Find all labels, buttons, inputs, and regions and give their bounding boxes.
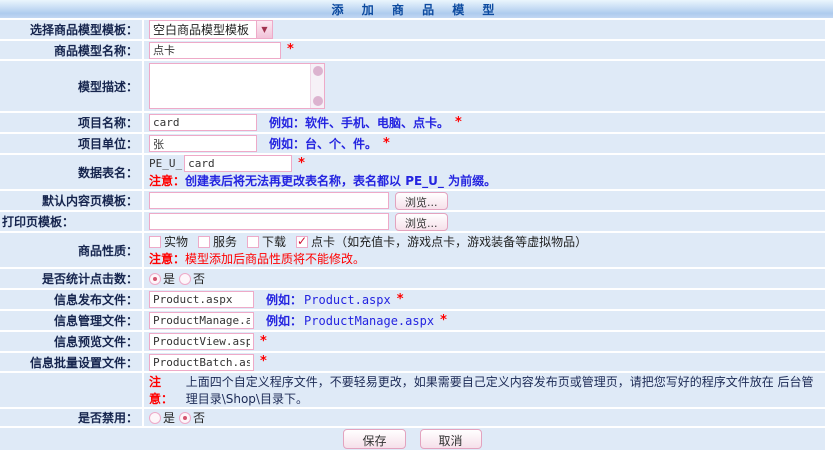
checkbox-checked-icon[interactable]: [296, 236, 308, 248]
required-mark: *: [260, 357, 267, 367]
item-unit-hint: 例如：台、个、件。: [269, 135, 377, 152]
files-note-label: 注意：: [149, 373, 180, 407]
checkbox-physical[interactable]: 实物: [149, 233, 188, 250]
manage-file-input[interactable]: [149, 312, 254, 329]
description-textarea-frame: [149, 63, 325, 109]
manage-file-hint: 例如：: [266, 312, 302, 329]
page-title-text: 添 加 商 品 模 型: [332, 1, 502, 18]
template-select-value: 空白商品模型模板: [150, 21, 256, 38]
content-template-label: 默认内容页模板：: [0, 191, 142, 210]
radio-selected-icon[interactable]: [149, 273, 161, 285]
required-mark: *: [383, 139, 390, 149]
radio-icon[interactable]: [149, 412, 161, 424]
scroll-down-icon[interactable]: [313, 96, 323, 106]
row-content-template: 默认内容页模板： 浏览...: [0, 191, 825, 210]
row-disabled: 是否禁用： 是 否: [0, 409, 825, 426]
radio-selected-icon[interactable]: [179, 412, 191, 424]
row-batch-file: 信息批量设置文件： *: [0, 353, 825, 371]
item-unit-label: 项目单位：: [0, 134, 142, 153]
publish-file-input[interactable]: [149, 291, 254, 308]
checkbox-icon[interactable]: [198, 236, 210, 248]
product-nature-note: 模型添加后商品性质将不能修改。: [185, 250, 365, 267]
content-template-browse-button[interactable]: 浏览...: [395, 192, 448, 210]
manage-file-hint-code: ProductManage.aspx: [304, 314, 434, 328]
row-description: 模型描述：: [0, 61, 825, 111]
model-name-label: 商品模型名称：: [0, 41, 142, 59]
required-mark: *: [287, 45, 294, 55]
manage-file-label: 信息管理文件：: [0, 311, 142, 330]
item-name-input[interactable]: [149, 114, 257, 131]
page-title: 添 加 商 品 模 型: [0, 0, 833, 18]
template-select-label: 选择商品模型模板：: [0, 20, 142, 39]
preview-file-input[interactable]: [149, 333, 254, 350]
row-files-note: 注意： 上面四个自定义程序文件，不要轻易更改，如果需要自己定义内容发布页或管理页…: [0, 373, 825, 407]
checkbox-icon[interactable]: [149, 236, 161, 248]
chevron-down-icon[interactable]: ▼: [256, 21, 272, 38]
model-name-input[interactable]: [149, 42, 281, 59]
publish-file-label: 信息发布文件：: [0, 290, 142, 309]
radio-icon[interactable]: [179, 273, 191, 285]
checkbox-service[interactable]: 服务: [198, 233, 237, 250]
row-table-name: 数据表名： PE_U_ * 注意： 创建表后将无法再更改表名称，表名都以 PE_…: [0, 155, 825, 189]
checkbox-card[interactable]: 点卡: [296, 233, 335, 250]
table-name-prefix: PE_U_: [149, 157, 182, 170]
row-preview-file: 信息预览文件： *: [0, 332, 825, 351]
row-item-name: 项目名称： 例如：软件、手机、电脑、点卡。 *: [0, 113, 825, 132]
radio-disabled-no[interactable]: 否: [179, 409, 205, 426]
row-template-select: 选择商品模型模板： 空白商品模型模板 ▼: [0, 20, 825, 39]
product-nature-label: 商品性质：: [0, 233, 142, 267]
cancel-button[interactable]: 取消: [420, 429, 482, 449]
row-count-clicks: 是否统计点击数： 是 否: [0, 269, 825, 288]
add-product-model-form: 选择商品模型模板： 空白商品模型模板 ▼ 商品模型名称： * 模型描述：: [0, 18, 833, 450]
item-name-hint: 例如：软件、手机、电脑、点卡。: [269, 114, 449, 131]
radio-count-clicks-yes[interactable]: 是: [149, 270, 175, 287]
table-name-input[interactable]: [184, 155, 292, 172]
description-label: 模型描述：: [0, 61, 142, 111]
required-mark: *: [260, 337, 267, 347]
required-mark: *: [455, 118, 462, 128]
radio-count-clicks-no[interactable]: 否: [179, 270, 205, 287]
batch-file-label: 信息批量设置文件：: [0, 353, 142, 371]
row-print-template: 打印页模板： 浏览...: [0, 212, 825, 231]
template-select[interactable]: 空白商品模型模板 ▼: [149, 20, 273, 39]
description-textarea[interactable]: [150, 64, 310, 108]
radio-disabled-yes[interactable]: 是: [149, 409, 175, 426]
publish-file-hint-code: Product.aspx: [304, 293, 391, 307]
table-name-note: 创建表后将无法再更改表名称，表名都以 PE_U_ 为前缀。: [185, 172, 496, 189]
row-product-nature: 商品性质： 实物 服务 下载 点卡 （如充值卡，游戏点卡，游戏装备等虚拟物品） …: [0, 233, 825, 267]
print-template-input[interactable]: [149, 213, 389, 230]
required-mark: *: [440, 316, 447, 326]
preview-file-label: 信息预览文件：: [0, 332, 142, 351]
row-manage-file: 信息管理文件： 例如： ProductManage.aspx *: [0, 311, 825, 330]
publish-file-hint: 例如：: [266, 291, 302, 308]
row-item-unit: 项目单位： 例如：台、个、件。 *: [0, 134, 825, 153]
item-unit-input[interactable]: [149, 135, 257, 152]
row-publish-file: 信息发布文件： 例如： Product.aspx *: [0, 290, 825, 309]
print-template-browse-button[interactable]: 浏览...: [395, 213, 448, 231]
save-button[interactable]: 保存: [343, 429, 405, 449]
files-note-text: 上面四个自定义程序文件，不要轻易更改，如果需要自己定义内容发布页或管理页，请把您…: [186, 373, 825, 407]
table-name-note-label: 注意：: [149, 172, 185, 189]
checkbox-icon[interactable]: [247, 236, 259, 248]
batch-file-input[interactable]: [149, 354, 254, 371]
files-note-empty-label: [0, 373, 142, 407]
item-name-label: 项目名称：: [0, 113, 142, 132]
scrollbar[interactable]: [310, 64, 324, 108]
row-actions: 保存 取消: [0, 428, 825, 450]
row-model-name: 商品模型名称： *: [0, 41, 825, 59]
required-mark: *: [397, 295, 404, 305]
table-name-label: 数据表名：: [0, 155, 142, 189]
disabled-label: 是否禁用：: [0, 409, 142, 426]
count-clicks-label: 是否统计点击数：: [0, 269, 142, 288]
required-mark: *: [298, 159, 305, 169]
checkbox-download[interactable]: 下载: [247, 233, 286, 250]
scroll-up-icon[interactable]: [313, 66, 323, 76]
product-nature-note-label: 注意：: [149, 250, 185, 267]
print-template-label: 打印页模板：: [0, 212, 142, 231]
content-template-input[interactable]: [149, 192, 389, 209]
card-option-suffix: （如充值卡，游戏点卡，游戏装备等虚拟物品）: [335, 233, 587, 250]
